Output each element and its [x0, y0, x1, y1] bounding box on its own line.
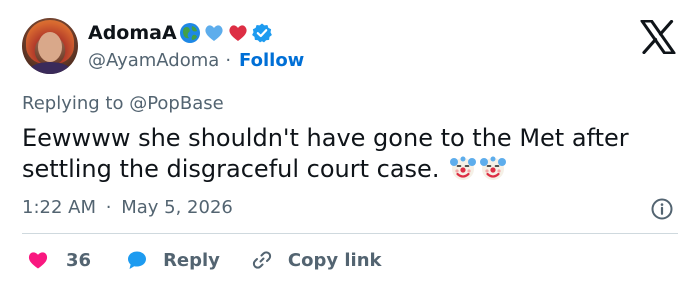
tweet-body: Eewwww she shouldn't have gone to the Me… — [22, 124, 629, 183]
info-icon[interactable] — [650, 197, 674, 221]
reply-label: Reply — [163, 249, 220, 271]
tweet-timestamp[interactable]: 1:22 AM · May 5, 2026 — [22, 197, 233, 218]
link-icon — [252, 251, 272, 269]
reply-context-prefix: Replying to — [22, 93, 130, 114]
separator-dot: · — [225, 49, 232, 71]
copy-link-label: Copy link — [287, 249, 382, 271]
author-handle-row: @AyamAdoma · Follow — [88, 48, 304, 72]
follow-button[interactable]: Follow — [239, 50, 304, 71]
author-display-name[interactable]: AdomaA — [88, 22, 177, 44]
tweet-time: 1:22 AM — [22, 197, 96, 218]
heart-icon — [28, 252, 48, 269]
globe-emoji — [179, 23, 200, 43]
x-logo-icon[interactable] — [640, 20, 676, 54]
tweet-date: May 5, 2026 — [121, 197, 233, 218]
clown-face-emoji — [450, 156, 477, 180]
like-button[interactable]: 36 — [26, 248, 91, 272]
tweet-actions: 36 Reply Copy link — [22, 245, 382, 275]
blue-heart-emoji — [205, 25, 223, 41]
divider — [22, 233, 678, 234]
avatar[interactable] — [22, 18, 78, 74]
clown-face-emoji — [480, 156, 507, 180]
avatar-face — [38, 32, 62, 62]
reply-button[interactable]: Reply — [125, 248, 220, 272]
separator-dot: · — [105, 197, 112, 218]
red-heart-emoji — [229, 25, 247, 41]
like-count: 36 — [66, 249, 92, 271]
copy-link-button[interactable]: Copy link — [250, 248, 382, 272]
tweet-text: Eewwww she shouldn't have gone to the Me… — [22, 123, 682, 185]
reply-context: Replying to @PopBase — [22, 93, 224, 114]
reply-bubble-icon — [128, 251, 147, 269]
author-handle[interactable]: @AyamAdoma — [88, 50, 219, 71]
author-name-row: AdomaA — [88, 20, 273, 46]
verified-badge-icon — [251, 23, 272, 43]
reply-mention-link[interactable]: @PopBase — [129, 93, 223, 114]
avatar-shirt — [28, 62, 72, 74]
